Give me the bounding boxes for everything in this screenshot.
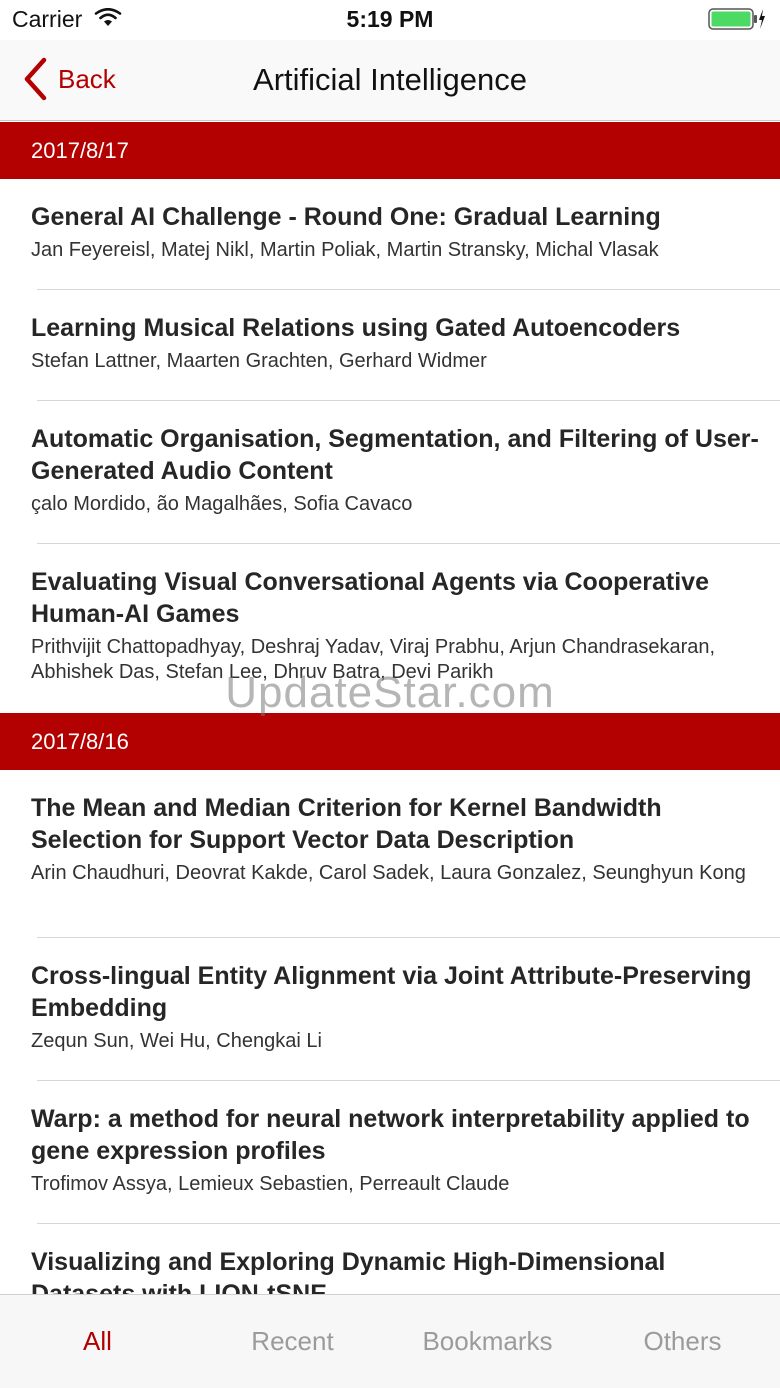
paper-title: General AI Challenge - Round One: Gradua… [31, 203, 661, 231]
paper-row[interactable]: Learning Musical Relations using Gated A… [0, 290, 780, 401]
paper-authors: Jan Feyereisl, Matej Nikl, Martin Poliak… [31, 239, 659, 261]
paper-list[interactable]: 2017/8/17 General AI Challenge - Round O… [0, 122, 780, 1294]
paper-row[interactable]: General AI Challenge - Round One: Gradua… [0, 179, 780, 290]
paper-title: Evaluating Visual Conversational Agents … [31, 568, 709, 628]
paper-authors: Arin Chaudhuri, Deovrat Kakde, Carol Sad… [31, 862, 746, 884]
paper-title: The Mean and Median Criterion for Kernel… [31, 794, 662, 854]
paper-title: Warp: a method for neural network interp… [31, 1105, 750, 1165]
section-header-date: 2017/8/17 [0, 122, 780, 179]
page-title: Artificial Intelligence [253, 62, 527, 97]
paper-row[interactable]: Cross-lingual Entity Alignment via Joint… [0, 938, 780, 1081]
paper-row[interactable]: Visualizing and Exploring Dynamic High-D… [0, 1224, 780, 1294]
paper-authors: çalo Mordido, ão Magalhães, Sofia Cavaco [31, 493, 413, 515]
clock: 5:19 PM [346, 6, 434, 32]
paper-row[interactable]: Evaluating Visual Conversational Agents … [0, 544, 780, 713]
paper-title: Visualizing and Exploring Dynamic High-D… [31, 1248, 666, 1294]
paper-authors: Prithvijit Chattopadhyay, Deshraj Yadav,… [31, 636, 716, 683]
tab-bookmarks[interactable]: Bookmarks [390, 1295, 585, 1388]
section-header-date: 2017/8/16 [0, 713, 780, 770]
tab-recent[interactable]: Recent [195, 1295, 390, 1388]
tab-bar: All Recent Bookmarks Others [0, 1294, 780, 1388]
status-bar: Carrier 5:19 PM [0, 0, 780, 40]
battery-icon [708, 8, 766, 35]
paper-authors: Stefan Lattner, Maarten Grachten, Gerhar… [31, 350, 487, 372]
navigation-bar: Back Artificial Intelligence [0, 40, 780, 121]
paper-row[interactable]: Automatic Organisation, Segmentation, an… [0, 401, 780, 544]
paper-row[interactable]: Warp: a method for neural network interp… [0, 1081, 780, 1224]
paper-title: Learning Musical Relations using Gated A… [31, 314, 681, 342]
tab-all[interactable]: All [0, 1295, 195, 1388]
tab-others[interactable]: Others [585, 1295, 780, 1388]
paper-title: Cross-lingual Entity Alignment via Joint… [31, 962, 752, 1022]
paper-authors: Zequn Sun, Wei Hu, Chengkai Li [31, 1030, 322, 1052]
bolt-icon [759, 9, 765, 29]
paper-authors: Trofimov Assya, Lemieux Sebastien, Perre… [31, 1173, 510, 1195]
paper-row[interactable]: The Mean and Median Criterion for Kernel… [0, 770, 780, 938]
paper-title: Automatic Organisation, Segmentation, an… [31, 425, 759, 485]
